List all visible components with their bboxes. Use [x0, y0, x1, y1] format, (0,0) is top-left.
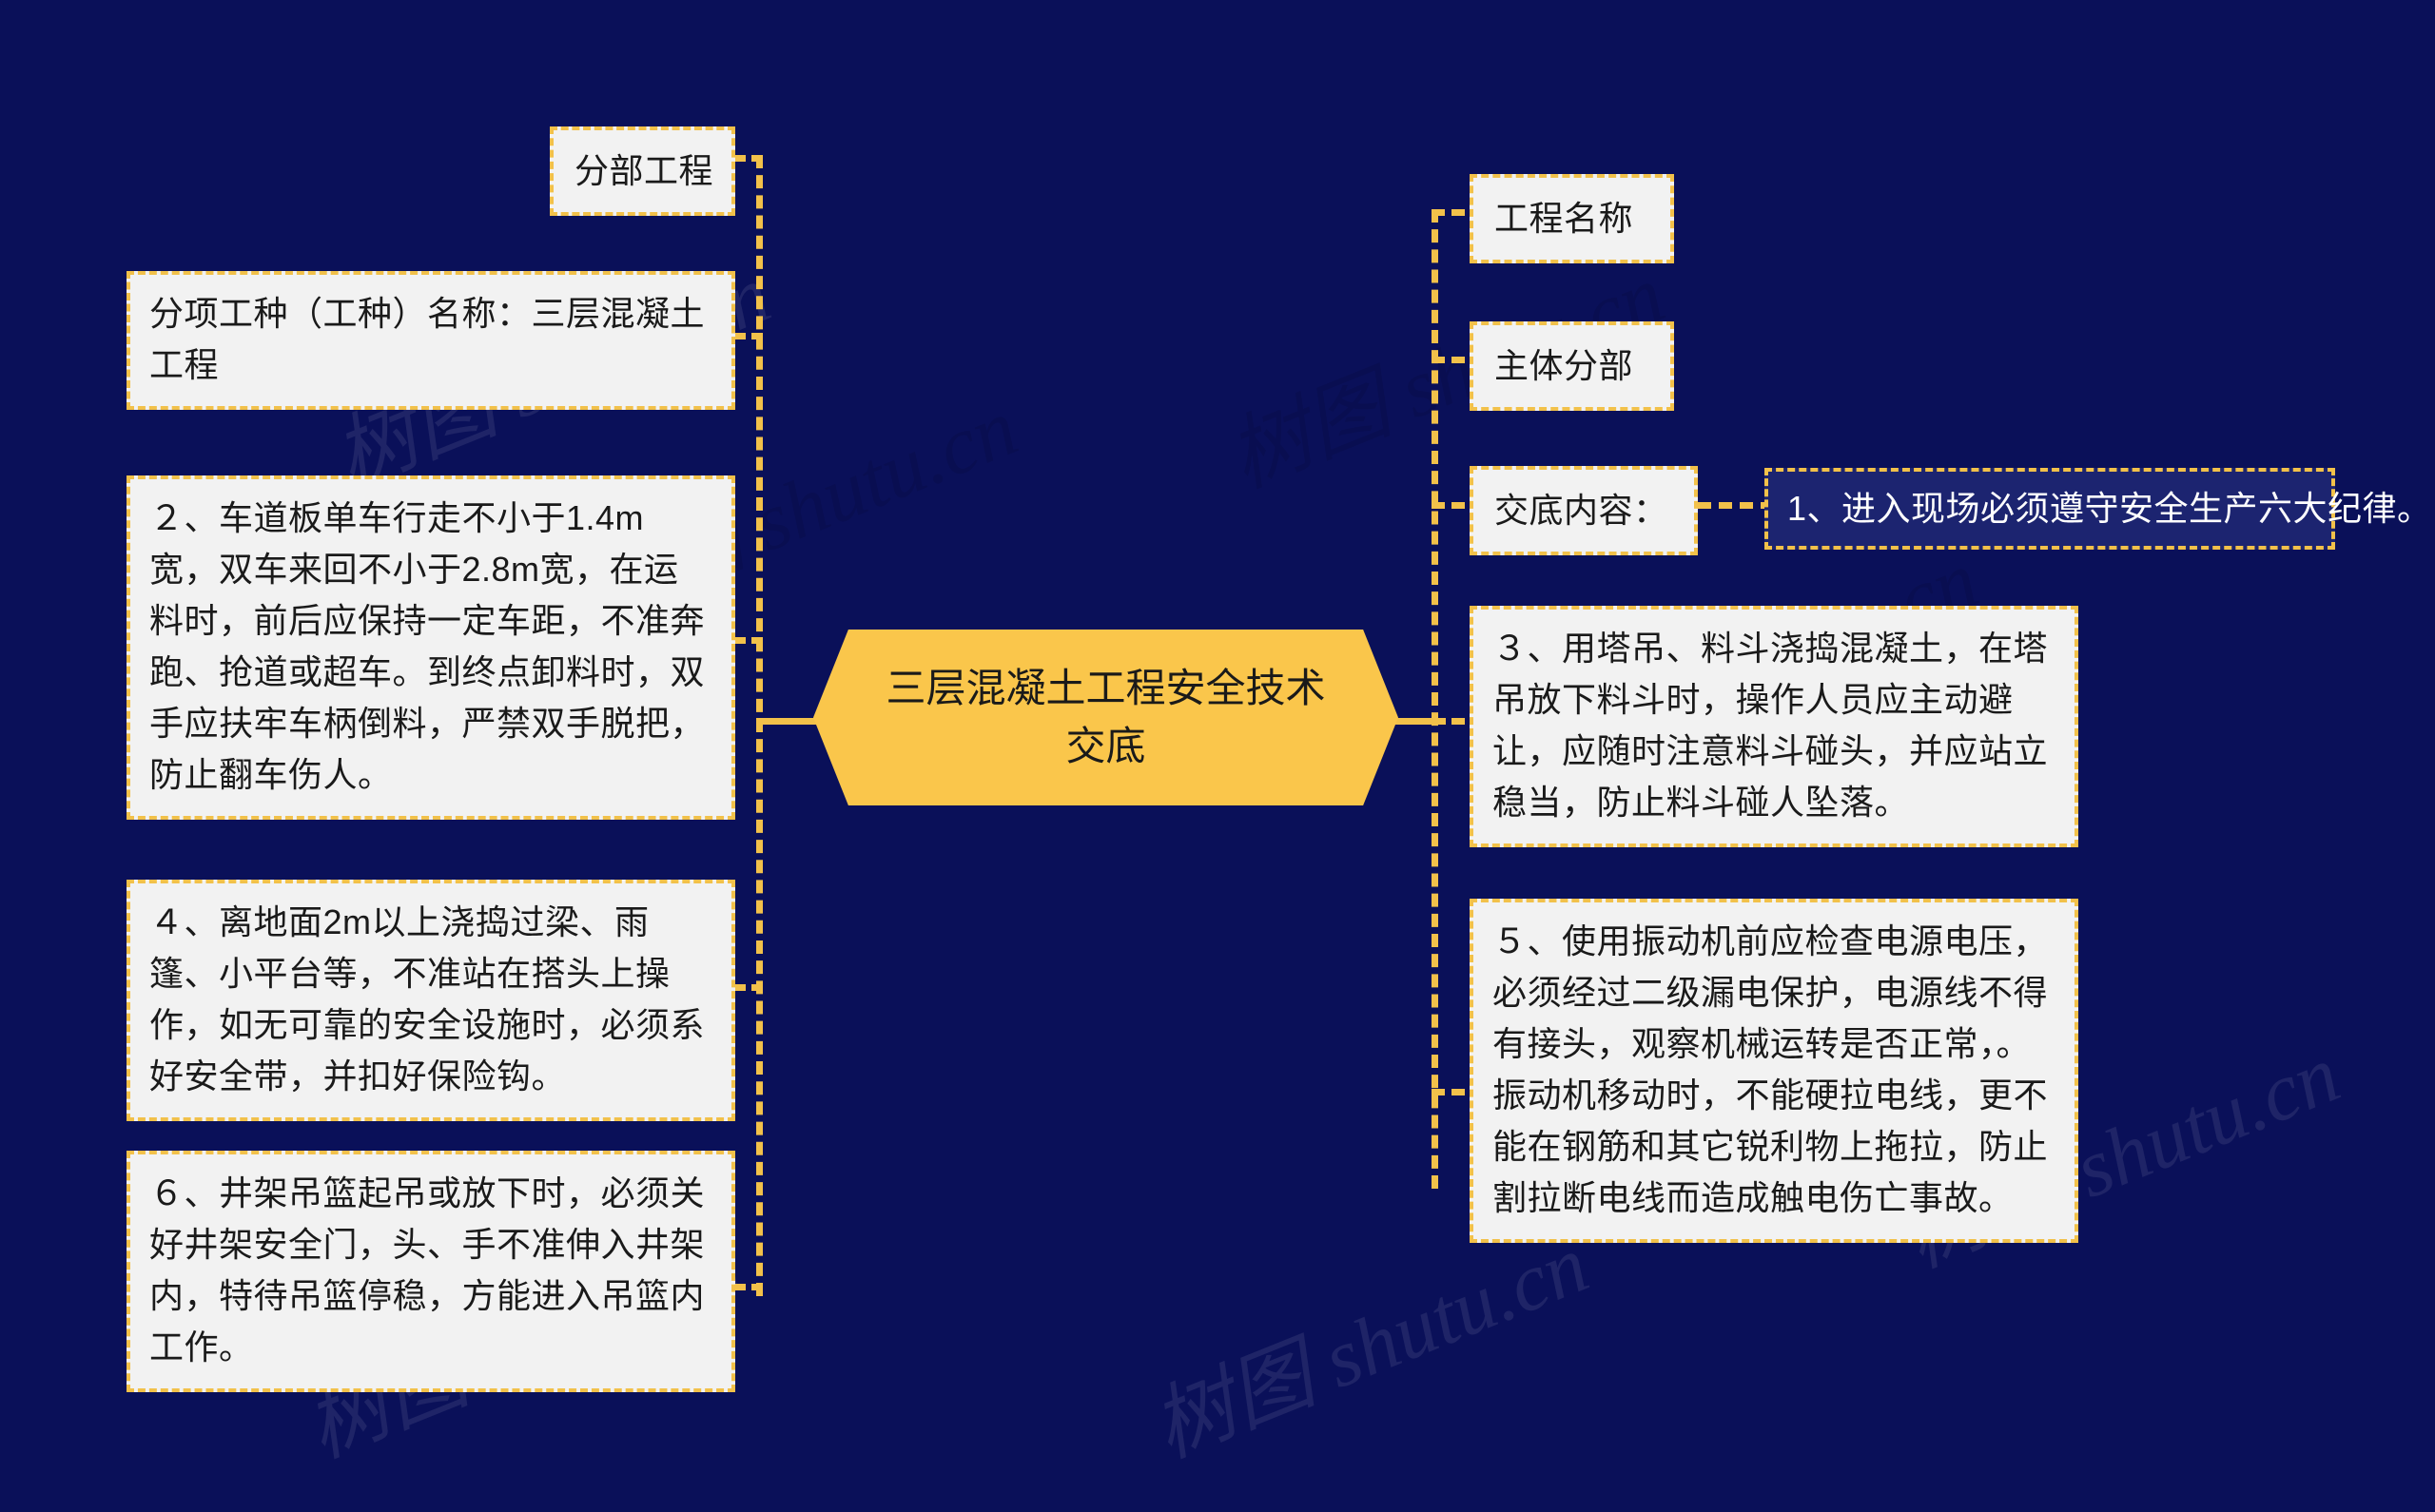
root-node[interactable]: 三层混凝土工程安全技术交底 [813, 630, 1398, 805]
node-label: 1、进入现场必须遵守安全生产六大纪律。 [1787, 489, 2432, 528]
left-connector-5 [734, 1284, 763, 1290]
right-connector-4 [1432, 718, 1465, 725]
root-node-label: 三层混凝土工程安全技术交底 [886, 665, 1326, 768]
left-connector-4 [734, 984, 763, 991]
left-connector-2 [734, 333, 763, 339]
mindmap-canvas: 树图 shutu.cn 树图 shutu.cn 树图 shutu.cn 树图 s… [0, 0, 2435, 1512]
node-zhuti-fenbu[interactable]: 主体分部 [1470, 321, 1674, 411]
left-connector-1 [734, 155, 763, 162]
left-branch-spine [756, 155, 763, 1296]
node-item-5[interactable]: ５、使用振动机前应检查电源电压，必须经过二级漏电保护，电源线不得有接头，观察机械… [1470, 899, 2078, 1243]
node-label: ２、车道板单车行走不小于1.4m宽，双车来回不小于2.8m宽，在运料时，前后应保… [149, 498, 706, 794]
node-fenxiang-gongzhong[interactable]: 分项工种（工种）名称：三层混凝土工程 [127, 271, 735, 410]
node-gongcheng-mingcheng[interactable]: 工程名称 [1470, 174, 1674, 263]
node-label: 主体分部 [1494, 346, 1634, 385]
node-item-1-selected[interactable]: 1、进入现场必须遵守安全生产六大纪律。 [1764, 468, 2431, 550]
right-connector-3 [1432, 502, 1465, 509]
detail-connector [1698, 502, 1774, 509]
node-label: ４、离地面2m以上浇捣过梁、雨篷、小平台等，不准站在搭头上操作，如无可靠的安全设… [149, 902, 706, 1095]
node-label: ３、用塔吊、料斗浇捣混凝土，在塔吊放下料斗时，操作人员应主动避让，应随时注意料斗… [1492, 629, 2049, 822]
node-fenbu-gongcheng[interactable]: 分部工程 [550, 126, 735, 216]
node-label: 交底内容： [1494, 491, 1668, 530]
node-label: ５、使用振动机前应检查电源电压，必须经过二级漏电保护，电源线不得有接头，观察机械… [1492, 921, 2049, 1217]
right-connector-5 [1432, 1089, 1465, 1095]
node-item-3[interactable]: ３、用塔吊、料斗浇捣混凝土，在塔吊放下料斗时，操作人员应主动避让，应随时注意料斗… [1470, 606, 2078, 847]
left-connector-3 [734, 637, 763, 644]
node-jiaodi-neirong[interactable]: 交底内容： [1470, 466, 1698, 555]
node-label: ６、井架吊篮起吊或放下时，必须关好井架安全门，头、手不准伸入井架内，特待吊篮停稳… [149, 1173, 706, 1367]
node-item-6[interactable]: ６、井架吊篮起吊或放下时，必须关好井架安全门，头、手不准伸入井架内，特待吊篮停稳… [127, 1151, 735, 1392]
node-label: 分项工种（工种）名称：三层混凝土工程 [149, 294, 706, 384]
node-label: 工程名称 [1494, 199, 1634, 238]
right-connector-2 [1432, 357, 1465, 363]
node-item-4[interactable]: ４、离地面2m以上浇捣过梁、雨篷、小平台等，不准站在搭头上操作，如无可靠的安全设… [127, 880, 735, 1121]
node-label: 分部工程 [575, 151, 714, 190]
node-item-2[interactable]: ２、车道板单车行走不小于1.4m宽，双车来回不小于2.8m宽，在运料时，前后应保… [127, 475, 735, 820]
right-connector-1 [1432, 209, 1465, 216]
